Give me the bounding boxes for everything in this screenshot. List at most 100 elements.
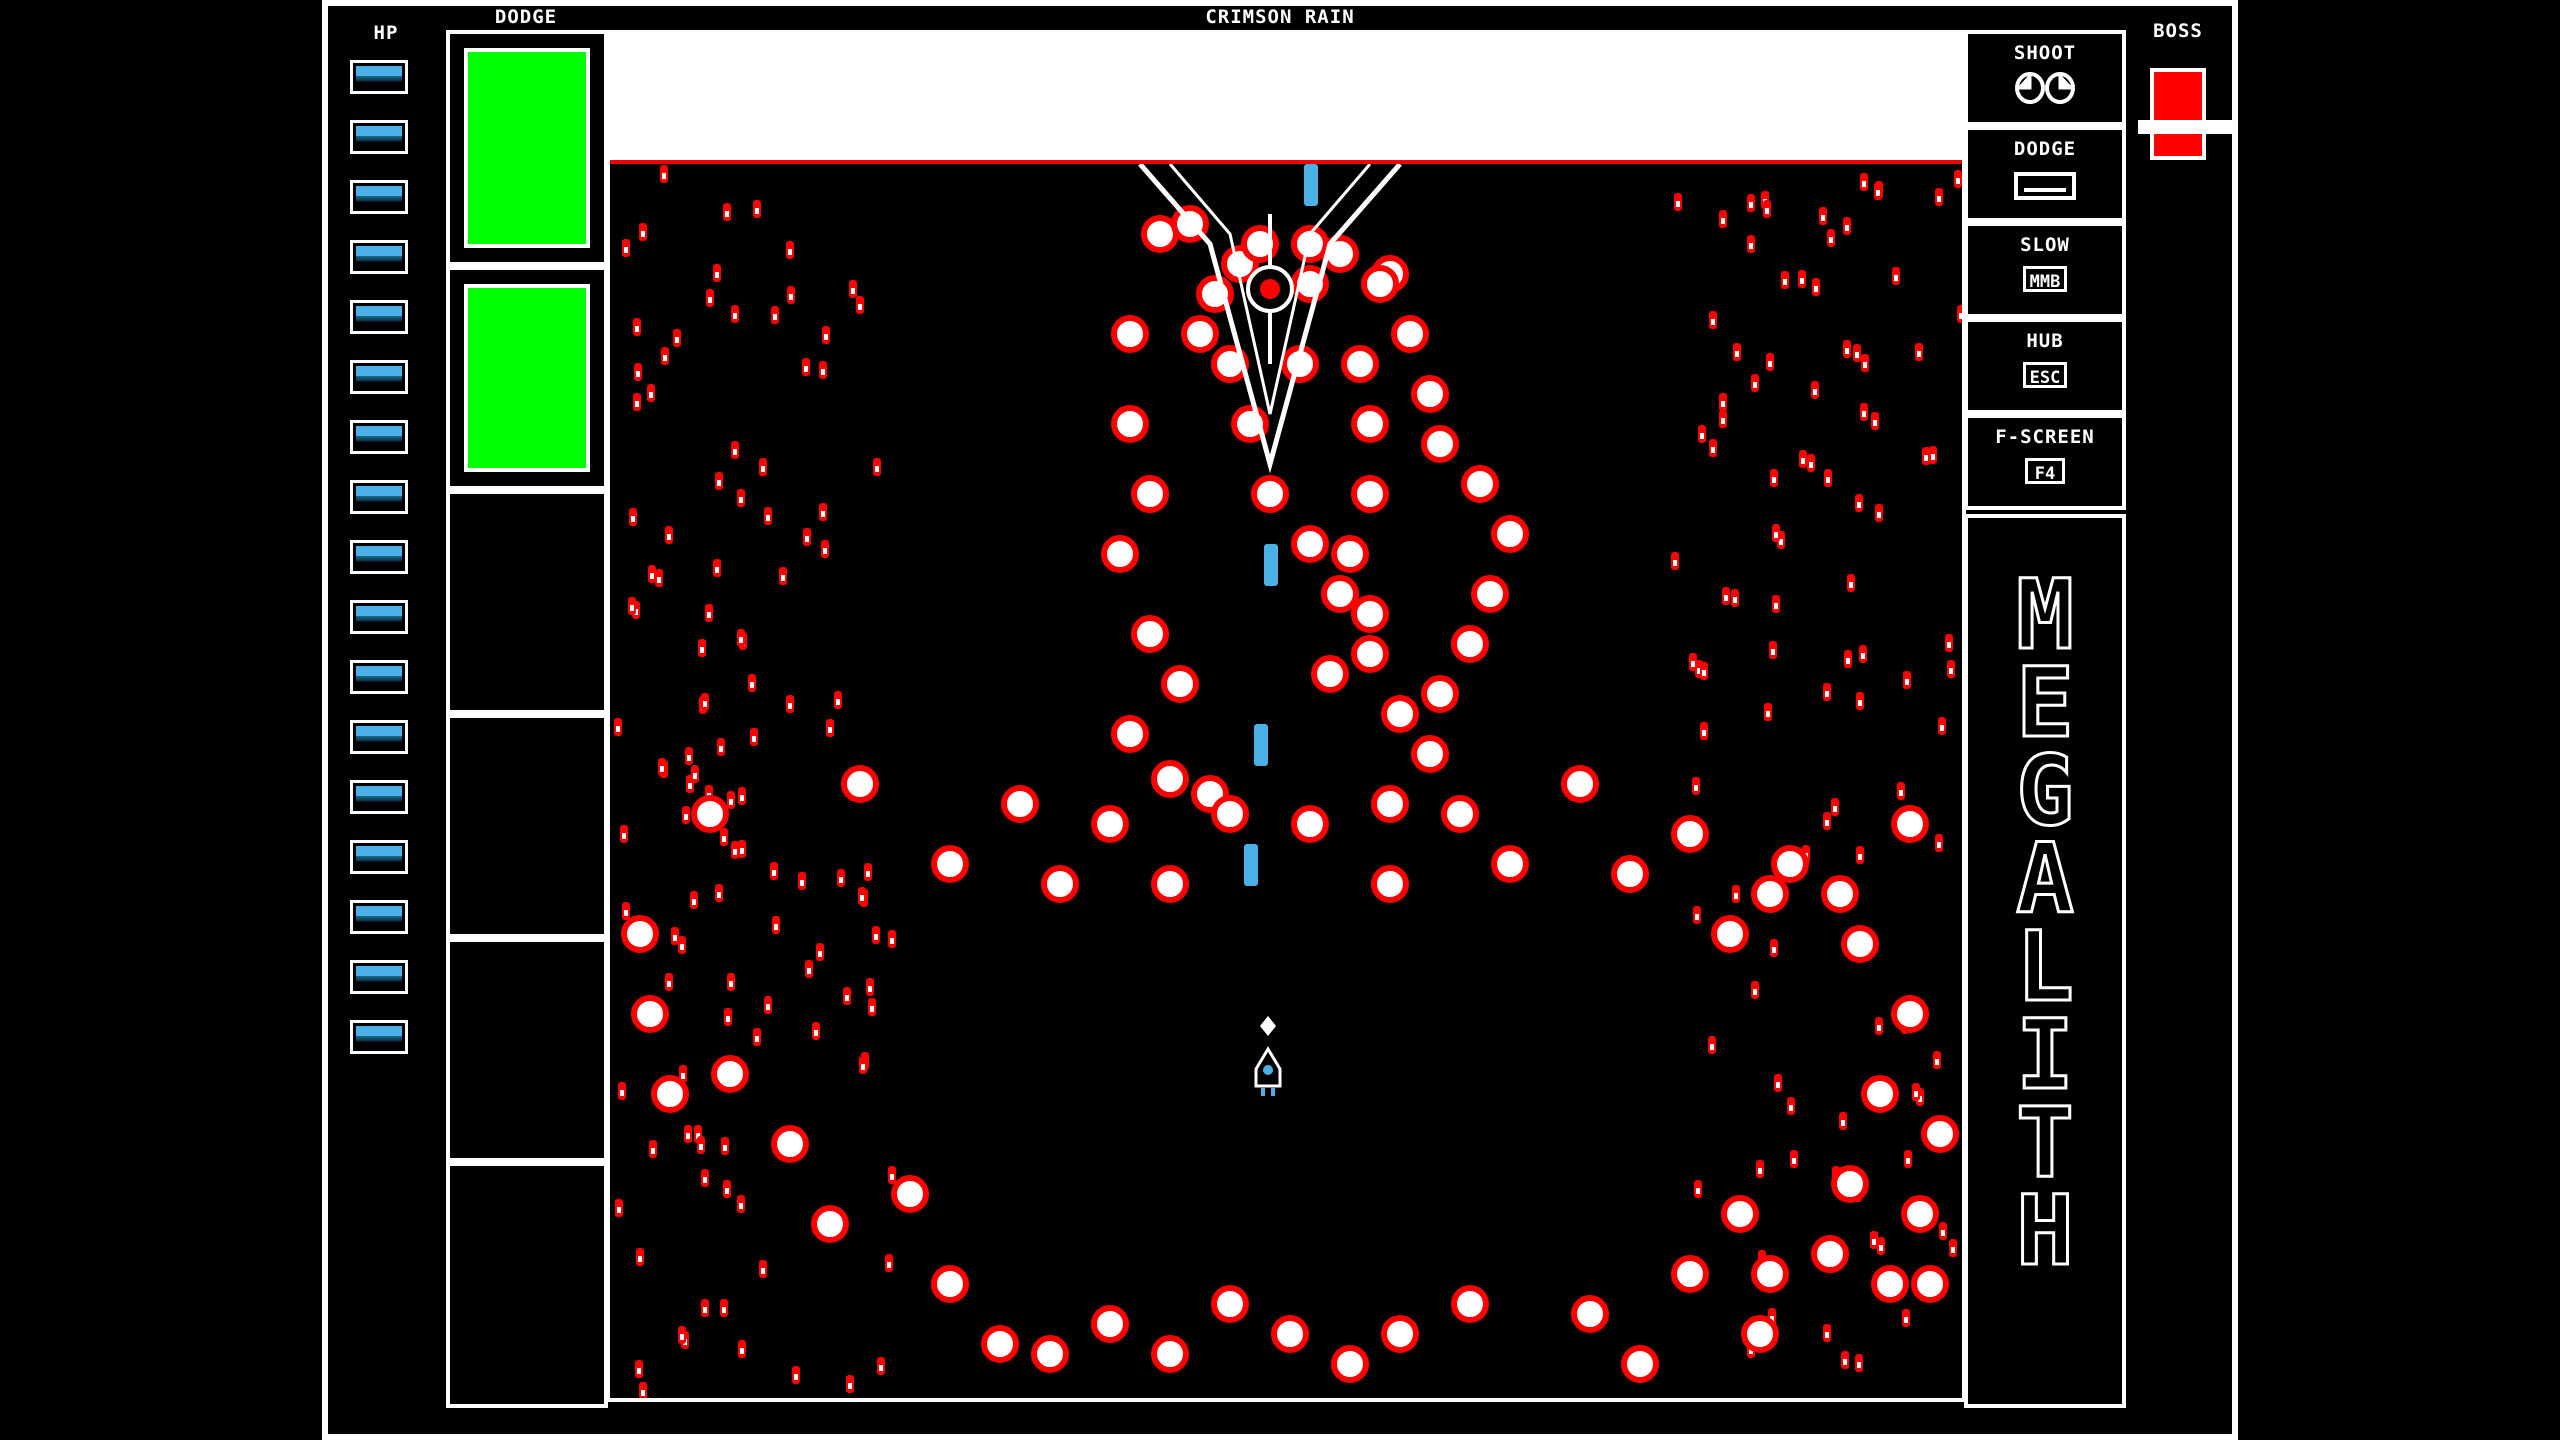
enemy-bullet (1571, 1295, 1609, 1333)
player-ship (1254, 1016, 1282, 1096)
enemy-pellet-core (1863, 362, 1867, 368)
enemy-pellet-core (1858, 700, 1862, 706)
enemy-pellet-core (1694, 785, 1698, 791)
enemy-bullet (1271, 1315, 1309, 1353)
enemy-pellet-core (1724, 595, 1728, 601)
enemy-pellet-core (729, 799, 733, 805)
enemy-pellet-core (1783, 279, 1787, 285)
enemy-pellet-core (624, 247, 628, 253)
enemy-pellet-core (715, 272, 719, 278)
enemy-bullet (1841, 925, 1879, 963)
logo-letter: H (2016, 1175, 2074, 1287)
enemy-pellet-core (1877, 512, 1881, 518)
enemy-pellet-core (703, 1177, 707, 1183)
enemy-pellet-core (1809, 462, 1813, 468)
enemy-pellet-core (740, 795, 744, 801)
enemy-pellet-core (1753, 989, 1757, 995)
enemy-pellet-core (638, 1256, 642, 1262)
enemy-pellet-core (868, 986, 872, 992)
enemy-bullet (1331, 535, 1369, 573)
hp-meter (350, 60, 416, 1080)
enemy-bullet (1351, 595, 1389, 633)
enemy-pellet-core (1702, 730, 1706, 736)
enemy-pellet-core (1776, 1082, 1780, 1088)
enemy-bullet (1411, 375, 1449, 413)
enemy-bullet (811, 1205, 849, 1243)
enemy-pellet-core (794, 1374, 798, 1380)
enemy-pellet-core (824, 334, 828, 340)
control-shoot-label: SHOOT (2013, 42, 2077, 64)
enemy-pellet-core (1702, 670, 1706, 676)
enemy-pellet-core (1906, 1158, 1910, 1164)
enemy-pellet-core (1758, 1168, 1762, 1174)
enemy-pellet-core (752, 736, 756, 742)
key-f4: F4 (2025, 458, 2065, 484)
enemy-pellet-core (1711, 447, 1715, 453)
enemy-bullet (1351, 635, 1389, 673)
playfield (606, 30, 1966, 1402)
enemy-pellet-core (1877, 1025, 1881, 1031)
enemy-pellet-core (772, 870, 776, 876)
enemy-pellet-core (1673, 560, 1677, 566)
enemy-pellet-core (1843, 1359, 1847, 1365)
enemy-pellet-core (688, 783, 692, 789)
boss-health-meter (2138, 60, 2232, 170)
enemy-bullet (1421, 425, 1459, 463)
enemy-pellet-core (637, 1368, 641, 1374)
enemy-pellet-core (848, 1383, 852, 1389)
control-dodge: DODGE (1964, 126, 2126, 222)
enemy-bullet (1361, 265, 1399, 303)
controls-panel: SHOOT DODGE SLOW MMB HUB ESC F-SCREEN F4… (1964, 30, 2126, 1408)
enemy-pellet-core (733, 849, 737, 855)
enemy-bullet (1131, 475, 1169, 513)
enemy-pellet-core (821, 369, 825, 375)
enemy-pellet-core (722, 836, 726, 842)
enemy-pellet-core (1940, 725, 1944, 731)
enemy-pellet-core (1772, 477, 1776, 483)
enemy-pellet-core (684, 814, 688, 820)
enemy-pellet-core (651, 1148, 655, 1154)
enemy-bullet (1741, 1315, 1779, 1353)
enemy-pellet-core (788, 703, 792, 709)
enemy-pellet-core (781, 575, 785, 581)
enemy-pellet-core (1849, 582, 1853, 588)
enemy-pellet-core (631, 516, 635, 522)
enemy-pellet-core (761, 1268, 765, 1274)
enemy-pellet-core (1937, 842, 1941, 848)
enemy-pellet-core (622, 833, 626, 839)
enemy-pellet-core (874, 934, 878, 940)
hp-pip (350, 1020, 408, 1054)
enemy-pellet-core (703, 701, 707, 707)
spacebar-icon (2014, 172, 2076, 200)
enemy-pellet-core (1801, 458, 1805, 464)
enemy-pellet-core (861, 1064, 865, 1070)
enemy-pellet-core (1937, 196, 1941, 202)
enemy-bullet (1831, 1165, 1869, 1203)
enemy-bullet (1911, 1265, 1949, 1303)
enemy-pellet-core (663, 355, 667, 361)
enemy-bullet (1341, 345, 1379, 383)
dodge-slot (446, 30, 608, 266)
enemy-pellet-core (624, 910, 628, 916)
player-shot (1254, 724, 1268, 766)
enemy-bullet (931, 1265, 969, 1303)
enemy-pellet-core (845, 995, 849, 1001)
enemy-pellet-core (1825, 820, 1829, 826)
enemy-pellet-core (788, 249, 792, 255)
enemy-pellet-core (1876, 190, 1880, 196)
dodge-meter (446, 30, 608, 1408)
enemy-pellet-core (860, 895, 864, 901)
enemy-pellet-core (818, 951, 822, 957)
enemy-pellet-core (636, 371, 640, 377)
control-hub-label: HUB (2026, 330, 2064, 352)
enemy-pellet-core (649, 392, 653, 398)
enemy-pellet-core (1959, 313, 1962, 319)
dodge-slot (446, 490, 608, 714)
hp-pip (350, 600, 408, 634)
enemy-bullet (891, 1175, 929, 1213)
hp-pip (350, 780, 408, 814)
enemy-bullet (1901, 1195, 1939, 1233)
enemy-bullet (1491, 845, 1529, 883)
enemy-pellet-core (667, 981, 671, 987)
enemy-pellet-core (1914, 1091, 1918, 1097)
